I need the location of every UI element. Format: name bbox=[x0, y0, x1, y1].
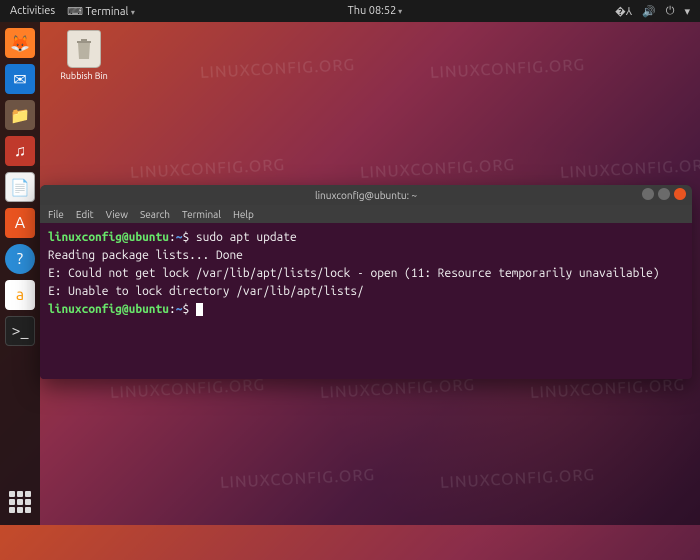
network-icon[interactable]: �⅄ bbox=[615, 4, 632, 19]
output-line-3: E: Unable to lock directory /var/lib/apt… bbox=[48, 285, 364, 298]
watermark: LINUXCONFIG.ORG bbox=[430, 56, 586, 82]
dock-terminal[interactable]: >_ bbox=[5, 316, 35, 346]
cursor bbox=[196, 303, 203, 316]
dock-libreoffice[interactable]: 📄 bbox=[5, 172, 35, 202]
watermark: LINUXCONFIG.ORG bbox=[560, 156, 700, 182]
command-line-1: sudo apt update bbox=[196, 231, 297, 244]
prompt-user-host-2: linuxconfig@ubuntu bbox=[48, 303, 169, 316]
output-line-1: Reading package lists... Done bbox=[48, 249, 243, 262]
dock-thunderbird[interactable]: ✉ bbox=[5, 64, 35, 94]
dock-rhythmbox[interactable]: ♫ bbox=[5, 136, 35, 166]
desktop-trash[interactable]: Rubbish Bin bbox=[56, 30, 112, 81]
watermark: LINUXCONFIG.ORG bbox=[220, 466, 376, 492]
chevron-down-icon[interactable]: ▾ bbox=[684, 5, 690, 18]
menu-help[interactable]: Help bbox=[233, 209, 254, 220]
minimize-button[interactable] bbox=[642, 188, 654, 200]
maximize-button[interactable] bbox=[658, 188, 670, 200]
volume-icon[interactable]: 🔊 bbox=[642, 5, 656, 18]
menu-search[interactable]: Search bbox=[140, 209, 170, 220]
dock-firefox[interactable]: 🦊 bbox=[5, 28, 35, 58]
watermark: LINUXCONFIG.ORG bbox=[130, 156, 286, 182]
prompt-user-host: linuxconfig@ubuntu bbox=[48, 231, 169, 244]
menu-file[interactable]: File bbox=[48, 209, 64, 220]
output-line-2: E: Could not get lock /var/lib/apt/lists… bbox=[48, 267, 660, 280]
terminal-icon: ⌨ bbox=[67, 6, 83, 18]
dock-files[interactable]: 📁 bbox=[5, 100, 35, 130]
app-menu[interactable]: ⌨ Terminal bbox=[67, 5, 135, 18]
menu-view[interactable]: View bbox=[106, 209, 128, 220]
dock-help[interactable]: ? bbox=[5, 244, 35, 274]
prompt-colon: : bbox=[169, 231, 176, 244]
watermark: LINUXCONFIG.ORG bbox=[530, 376, 686, 402]
menu-terminal[interactable]: Terminal bbox=[182, 209, 221, 220]
watermark: LINUXCONFIG.ORG bbox=[320, 376, 476, 402]
power-icon[interactable]: ⏻ bbox=[666, 5, 675, 18]
close-button[interactable] bbox=[674, 188, 686, 200]
app-menu-label: Terminal bbox=[86, 6, 129, 18]
terminal-titlebar[interactable]: linuxconfig@ubuntu: ~ bbox=[40, 185, 692, 205]
watermark: LINUXCONFIG.ORG bbox=[360, 156, 516, 182]
terminal-title: linuxconfig@ubuntu: ~ bbox=[315, 190, 417, 201]
dock-amazon[interactable]: a bbox=[5, 280, 35, 310]
prompt-dollar-2: $ bbox=[182, 303, 189, 316]
terminal-window[interactable]: linuxconfig@ubuntu: ~ File Edit View Sea… bbox=[40, 185, 692, 379]
top-bar: Activities ⌨ Terminal Thu 08:52 �⅄ 🔊 ⏻ ▾ bbox=[0, 0, 700, 22]
menu-edit[interactable]: Edit bbox=[76, 209, 94, 220]
dock: 🦊 ✉ 📁 ♫ 📄 A ? a >_ bbox=[0, 22, 40, 525]
trash-icon bbox=[67, 30, 101, 68]
terminal-menubar: File Edit View Search Terminal Help bbox=[40, 205, 692, 223]
show-applications-button[interactable] bbox=[9, 491, 31, 513]
watermark: LINUXCONFIG.ORG bbox=[440, 466, 596, 492]
clock[interactable]: Thu 08:52 bbox=[348, 5, 403, 17]
dock-software[interactable]: A bbox=[5, 208, 35, 238]
prompt-dollar: $ bbox=[182, 231, 189, 244]
terminal-body[interactable]: linuxconfig@ubuntu:~$ sudo apt update Re… bbox=[40, 223, 692, 379]
watermark: LINUXCONFIG.ORG bbox=[200, 56, 356, 82]
desktop-trash-label: Rubbish Bin bbox=[56, 71, 112, 81]
activities-button[interactable]: Activities bbox=[10, 5, 55, 17]
watermark: LINUXCONFIG.ORG bbox=[110, 376, 266, 402]
